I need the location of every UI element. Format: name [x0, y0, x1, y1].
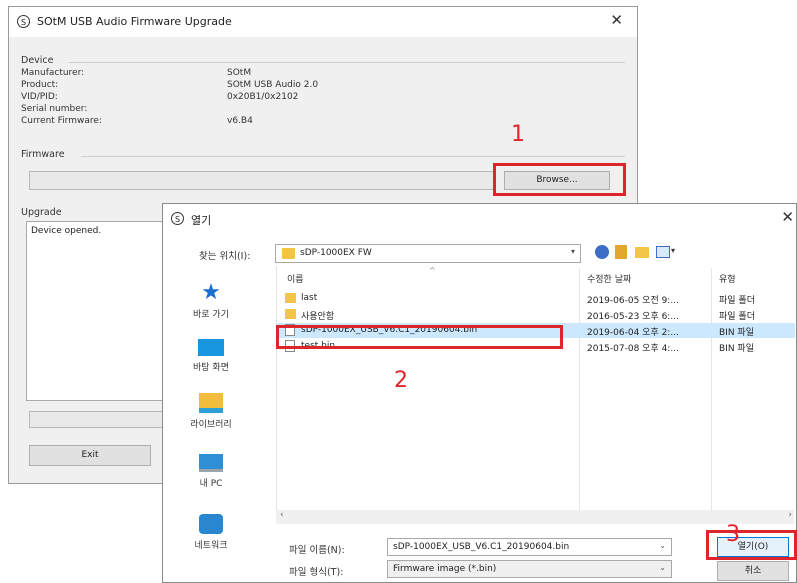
horizontal-scrollbar[interactable]: ‹ ›	[276, 510, 794, 524]
vidpid-value: 0x20B1/0x2102	[227, 92, 299, 102]
file-list[interactable]: 이름 ^ 수정한 날짜 유형 last 2019-06-05 오전 9:... …	[276, 266, 795, 510]
view-menu-chevron-icon[interactable]: ▾	[671, 246, 675, 255]
upgrade-window-title: SOtM USB Audio Firmware Upgrade	[37, 15, 232, 28]
place-library-label: 라이브러리	[190, 420, 232, 430]
sotm-logo-icon: S	[171, 212, 184, 225]
firmware-version-key: Current Firmware:	[21, 116, 102, 126]
step-1-highlight	[493, 163, 626, 196]
list-item[interactable]: last 2019-06-05 오전 9:... 파일 폴더	[277, 291, 795, 306]
cancel-button[interactable]: 취소	[717, 561, 789, 581]
desktop-icon	[198, 339, 224, 356]
step-1-annotation: 1	[511, 122, 525, 147]
folder-icon	[285, 309, 296, 319]
place-desktop-label: 바탕 화면	[193, 363, 229, 373]
step-2-highlight	[276, 325, 563, 349]
sotm-logo-icon: S	[17, 15, 30, 28]
view-menu-icon[interactable]	[656, 246, 670, 258]
pc-icon	[199, 454, 223, 472]
firmware-path-field[interactable]	[29, 171, 495, 190]
sort-ascending-icon: ^	[429, 266, 436, 275]
filename-combo[interactable]: sDP-1000EX_USB_V6.C1_20190604.bin ⌄	[387, 538, 672, 556]
open-dialog-close-button[interactable]: ✕	[781, 208, 794, 226]
file-date: 2015-07-08 오후 4:...	[587, 344, 679, 354]
filename-label: 파일 이름(N):	[289, 545, 345, 556]
lookin-combo[interactable]: sDP-1000EX FW ▾	[275, 244, 581, 263]
file-type: BIN 파일	[719, 328, 754, 338]
product-value: SOtM USB Audio 2.0	[227, 80, 319, 90]
exit-button[interactable]: Exit	[29, 445, 151, 466]
list-item[interactable]: 사용안함 2016-05-23 오후 6:... 파일 폴더	[277, 307, 795, 322]
column-header-type[interactable]: 유형	[719, 272, 736, 285]
filename-value: sDP-1000EX_USB_V6.C1_20190604.bin	[393, 542, 570, 552]
step-2-annotation: 2	[394, 368, 408, 393]
open-dialog-title: 열기	[191, 214, 212, 227]
upgrade-log-box: Device opened.	[26, 221, 176, 401]
open-dialog: S 열기 ✕ 찾는 위치(I): sDP-1000EX FW ▾ ▾ ★ 바로 …	[162, 203, 797, 583]
column-header-name[interactable]: 이름	[287, 272, 304, 285]
filetype-value: Firmware image (*.bin)	[393, 564, 497, 574]
file-type: BIN 파일	[719, 344, 754, 354]
file-name: last	[301, 293, 318, 303]
upgrade-titlebar: S SOtM USB Audio Firmware Upgrade ✕	[9, 7, 637, 37]
lookin-value: sDP-1000EX FW	[300, 248, 372, 258]
place-this-pc-label: 내 PC	[199, 479, 223, 489]
folder-icon	[282, 248, 295, 259]
file-date: 2016-05-23 오후 6:...	[587, 312, 679, 322]
place-this-pc[interactable]: 내 PC	[169, 454, 253, 489]
file-name: 사용안함	[301, 312, 335, 322]
chevron-down-icon: ⌄	[659, 541, 666, 550]
places-sidebar: ★ 바로 가기 바탕 화면 라이브러리 내 PC 네트워크	[169, 269, 253, 559]
upgrade-log-text: Device opened.	[31, 226, 102, 236]
chevron-down-icon: ⌄	[659, 563, 666, 572]
open-dialog-titlebar: S 열기 ✕	[163, 204, 796, 232]
place-quick-access[interactable]: ★ 바로 가기	[169, 280, 253, 321]
step-3-highlight	[706, 530, 797, 560]
file-date: 2019-06-05 오전 9:...	[587, 296, 679, 306]
lookin-label: 찾는 위치(I):	[199, 251, 251, 262]
device-group-divider	[69, 62, 625, 63]
manufacturer-value: SOtM	[227, 68, 252, 78]
manufacturer-key: Manufacturer:	[21, 68, 85, 78]
upgrade-close-button[interactable]: ✕	[610, 11, 623, 29]
new-folder-icon[interactable]	[635, 247, 649, 258]
firmware-version-value: v6.B4	[227, 116, 253, 126]
place-network[interactable]: 네트워크	[169, 514, 253, 551]
vidpid-key: VID/PID:	[21, 92, 58, 102]
network-icon	[199, 514, 223, 534]
up-folder-icon[interactable]	[615, 245, 627, 259]
place-library[interactable]: 라이브러리	[169, 393, 253, 430]
nav-back-icon[interactable]	[595, 245, 609, 259]
device-group-label: Device	[21, 55, 54, 66]
serial-key: Serial number:	[21, 104, 88, 114]
firmware-group-divider	[81, 156, 625, 157]
scroll-right-icon[interactable]: ›	[788, 510, 792, 520]
place-quick-access-label: 바로 가기	[193, 310, 229, 320]
library-icon	[199, 393, 223, 413]
file-type: 파일 폴더	[719, 312, 755, 322]
file-type: 파일 폴더	[719, 296, 755, 306]
folder-icon	[285, 293, 296, 303]
upgrade-group-label: Upgrade	[21, 207, 62, 218]
upgrade-progress-bar	[29, 411, 179, 428]
chevron-down-icon: ▾	[570, 247, 575, 256]
file-date: 2019-06-04 오후 2:...	[587, 328, 679, 338]
product-key: Product:	[21, 80, 59, 90]
place-network-label: 네트워크	[194, 541, 228, 551]
filetype-select[interactable]: Firmware image (*.bin) ⌄	[387, 560, 672, 578]
firmware-group-label: Firmware	[21, 149, 65, 160]
filetype-label: 파일 형식(T):	[289, 567, 344, 578]
scroll-left-icon[interactable]: ‹	[280, 510, 284, 520]
star-icon: ★	[201, 280, 221, 305]
place-desktop[interactable]: 바탕 화면	[169, 339, 253, 373]
column-header-date[interactable]: 수정한 날짜	[587, 272, 631, 285]
